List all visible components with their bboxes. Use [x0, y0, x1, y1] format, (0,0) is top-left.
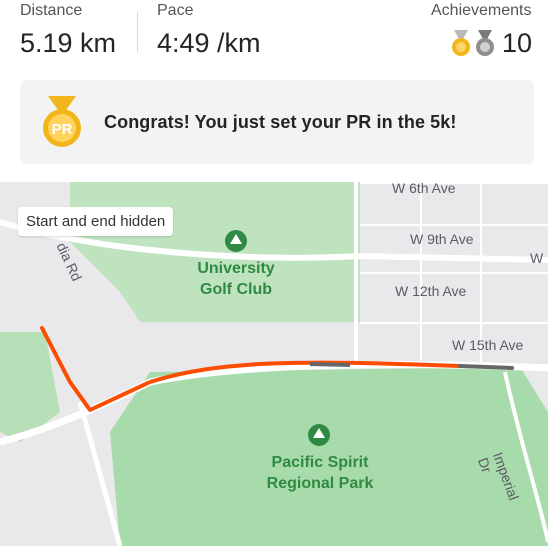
- pr-message: Congrats! You just set your PR in the 5k…: [104, 112, 457, 132]
- stats-row: Distance 5.19 km Pace 4:49 /km Achieveme…: [0, 0, 548, 74]
- street-label: W 6th Ave: [392, 180, 456, 196]
- start-end-hidden-chip: Start and end hidden: [18, 207, 174, 236]
- street-label: W 15th Ave: [452, 337, 524, 353]
- silver-medal-icon: [476, 30, 494, 56]
- street-label: W 9th Ave: [410, 231, 474, 247]
- pr-badge-text: PR: [52, 121, 73, 138]
- achievements-count: 10: [502, 28, 533, 58]
- place-label-line: Pacific Spirit: [271, 454, 369, 471]
- place-label-line: Regional Park: [266, 475, 374, 492]
- pr-banner[interactable]: PR Congrats! You just set your PR in the…: [20, 80, 534, 164]
- achievements-medals[interactable]: [450, 30, 496, 58]
- place-label-line: Golf Club: [200, 281, 272, 298]
- stats-divider: [137, 12, 138, 52]
- pace-value: 4:49 /km: [157, 28, 261, 58]
- street-label: W: [530, 250, 544, 266]
- place-label-golf: University Golf Club: [180, 258, 292, 300]
- pace-label: Pace: [157, 2, 194, 19]
- street-label: W 12th Ave: [395, 283, 467, 299]
- distance-value: 5.19 km: [20, 28, 117, 58]
- place-label-park: Pacific Spirit Regional Park: [250, 452, 390, 494]
- achievements-label: Achievements: [431, 2, 532, 19]
- place-label-line: University: [197, 260, 275, 277]
- distance-label: Distance: [20, 2, 83, 19]
- gold-medal-icon: [452, 30, 470, 56]
- pr-medal-icon: PR: [43, 96, 81, 147]
